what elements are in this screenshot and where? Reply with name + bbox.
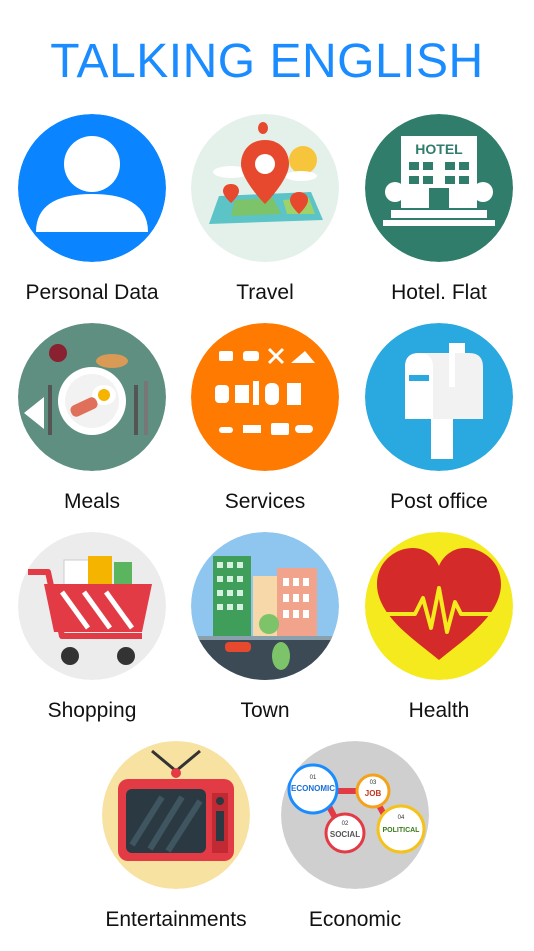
map-pin-icon	[191, 114, 339, 262]
topic-label: Travel	[236, 281, 294, 304]
topic-label: Personal Data	[25, 281, 159, 304]
topic-label: Shopping	[47, 699, 137, 722]
topic-label: Health	[408, 699, 470, 722]
topic-label: Town	[240, 699, 290, 722]
city-icon	[191, 532, 339, 680]
topic-label: Services	[224, 490, 306, 513]
topic-economic[interactable]: 01 ECONOMIC 02 SOCIAL 03 JOB 04 POLITICA…	[268, 741, 442, 951]
hotel-sign: HOTEL	[415, 141, 463, 157]
person-icon	[18, 114, 166, 262]
services-icon	[191, 323, 339, 471]
hotel-icon: HOTEL	[365, 114, 513, 262]
economic-icon: 01 ECONOMIC 02 SOCIAL 03 JOB 04 POLITICA…	[281, 741, 429, 889]
topic-health[interactable]: Health	[352, 532, 526, 742]
economic-bubble-num: 01	[310, 775, 317, 781]
topic-personal-data[interactable]: Personal Data	[5, 114, 179, 324]
mailbox-icon	[365, 323, 513, 471]
topic-label: Entertainments	[105, 908, 247, 931]
economic-bubble-num: 03	[370, 780, 377, 786]
page-title: TALKING ENGLISH	[50, 35, 484, 88]
economic-bubble-word: SOCIAL	[330, 830, 360, 839]
heart-icon	[365, 532, 513, 680]
topic-services[interactable]: Services	[178, 323, 352, 533]
topic-label: Hotel. Flat	[391, 281, 487, 304]
topic-label: Economic	[308, 908, 402, 931]
economic-bubble-word: POLITICAL	[383, 827, 421, 834]
economic-bubble-num: 02	[342, 821, 349, 827]
tv-icon	[102, 741, 250, 889]
economic-bubble-num: 04	[398, 815, 405, 821]
economic-bubble-word: JOB	[365, 789, 382, 798]
topic-meals[interactable]: Meals	[5, 323, 179, 533]
cart-icon	[18, 532, 166, 680]
topic-hotel-flat[interactable]: HOTEL Hotel. Flat	[352, 114, 526, 324]
topic-post-office[interactable]: Post office	[352, 323, 526, 533]
topic-town[interactable]: Town	[178, 532, 352, 742]
topic-entertainments[interactable]: Entertainments	[89, 741, 263, 951]
topic-label: Post office	[390, 490, 488, 513]
topic-shopping[interactable]: Shopping	[5, 532, 179, 742]
plate-icon	[18, 323, 166, 471]
economic-bubble-word: ECONOMIC	[291, 784, 335, 793]
topic-travel[interactable]: Travel	[178, 114, 352, 324]
topic-label: Meals	[63, 490, 121, 513]
